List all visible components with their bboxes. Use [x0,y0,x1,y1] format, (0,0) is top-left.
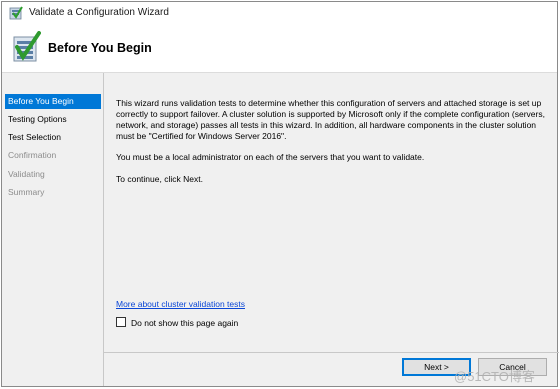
validation-checklist-icon [11,31,41,63]
admin-requirement-text: You must be a local administrator on eac… [116,152,425,162]
button-area-divider [104,352,559,353]
continue-instruction-text: To continue, click Next. [116,174,203,184]
watermark-text: @51CTO博客 [454,369,535,384]
step-test-selection[interactable]: Test Selection [5,130,101,145]
wizard-window: Validate a Configuration Wizard Before Y… [1,1,559,387]
step-validating: Validating [8,169,45,179]
step-summary: Summary [8,187,45,197]
step-before-you-begin[interactable]: Before You Begin [5,94,101,109]
window-title: Validate a Configuration Wizard [29,7,169,18]
wizard-content: This wizard runs validation tests to det… [104,73,557,352]
wizard-header: Before You Begin [2,24,557,73]
do-not-show-checkbox[interactable] [116,317,126,327]
cluster-validation-help-link[interactable]: More about cluster validation tests [116,299,245,309]
intro-paragraph: This wizard runs validation tests to det… [116,98,545,141]
wizard-steps-sidebar: Before You Begin Testing Options Test Se… [2,73,104,386]
do-not-show-label[interactable]: Do not show this page again [131,318,238,328]
step-testing-options[interactable]: Testing Options [5,112,101,127]
page-title: Before You Begin [48,41,152,55]
cluster-wizard-icon [9,6,23,20]
title-bar: Validate a Configuration Wizard [2,2,557,24]
step-confirmation: Confirmation [8,150,57,160]
